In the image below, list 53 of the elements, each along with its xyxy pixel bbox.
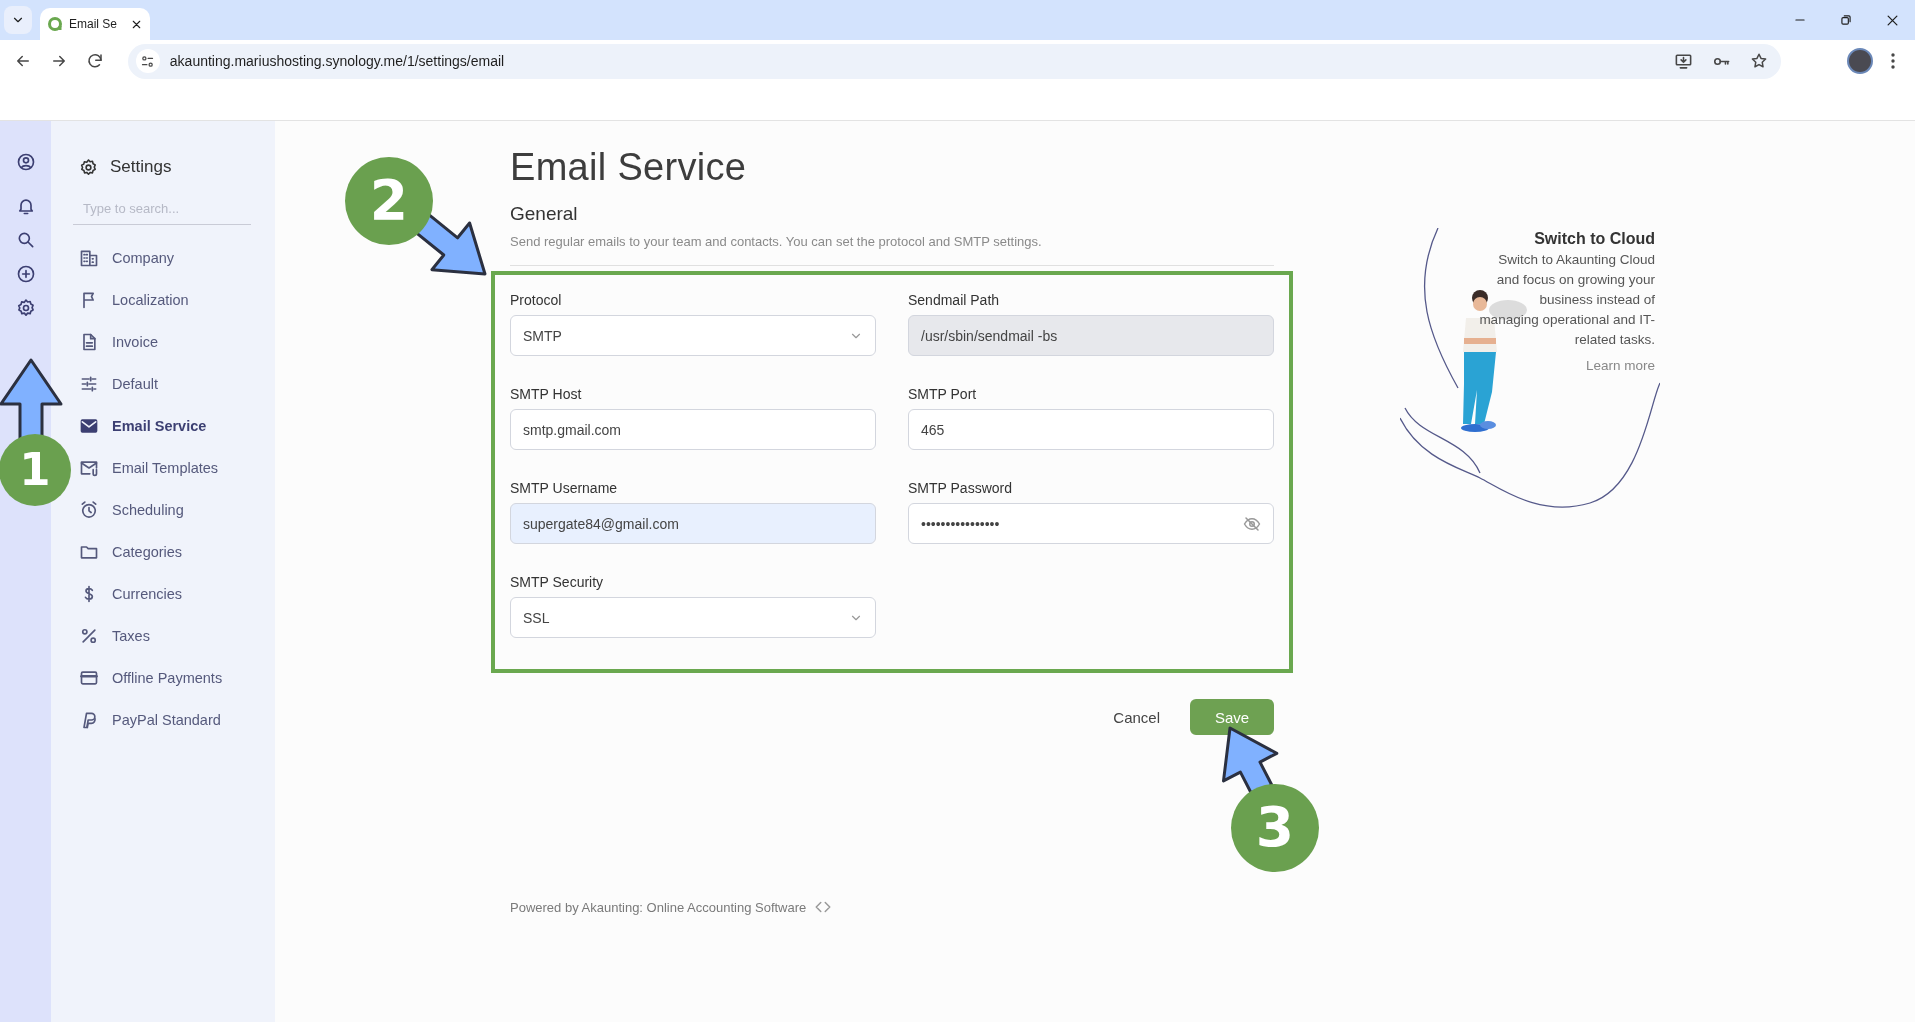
promo-text: Switch to Akaunting Cloud and focus on growing your business instead of managing operational and IT-related tasks. [1478,251,1655,349]
sidebar-item[interactable]: Company [79,237,269,279]
input-field: /usr/sbin/sendmail -bs [908,315,1274,356]
dropdown[interactable]: SMTP [510,315,876,356]
sidebar-item[interactable]: Offline Payments [79,657,269,699]
input-field[interactable]: supergate84@gmail.com [510,503,876,544]
step-badge: 1 [0,434,71,506]
field-label: Protocol [510,292,563,308]
sidebar-item[interactable]: Currencies [79,573,269,615]
field-label: SMTP Port [908,386,978,402]
sliders-icon [79,374,99,394]
promo-title: Switch to Cloud [1534,230,1655,248]
building-icon [79,248,99,268]
gear-icon [79,157,98,177]
section-description: Send regular emails to your team and contacts. You can set the protocol and SMTP settings. [510,234,1043,249]
sidebar-item[interactable]: PayPal Standard [79,699,269,741]
browser-tab[interactable]: Email Se [40,8,150,40]
alarm-clock-icon [79,500,99,520]
eye-slash-icon[interactable] [1243,514,1261,533]
page-title: Email Service [510,146,748,189]
field-label: SMTP Password [908,480,1013,496]
dropdown[interactable]: SSL [510,597,876,638]
field-label: Sendmail Path [908,292,1001,308]
input-field[interactable]: smtp.gmail.com [510,409,876,450]
percent-icon [79,626,99,646]
favicon-icon [47,16,63,32]
learn-more-link[interactable]: Learn more [1585,358,1655,373]
sidebar-item[interactable]: Scheduling [79,489,269,531]
sidebar-item[interactable]: Email Templates [79,447,269,489]
envelope-icon [79,416,99,436]
footer-text: Powered by Akaunting: Online Accounting Software [510,899,807,915]
cancel-button[interactable]: Cancel [1113,708,1160,726]
sidebar-item[interactable]: Localization [79,279,269,321]
envelope-clip-icon [79,458,99,478]
credit-card-icon [79,668,99,688]
sidebar-item[interactable]: Invoice [79,321,269,363]
address-bar[interactable]: akaunting.mariushosting.synology.me/1/settings/email [127,43,1782,79]
search-field[interactable]: Type to search... [73,193,251,225]
field-label: SMTP Username [510,480,619,496]
sidebar-item[interactable]: Email Service [79,405,269,447]
input-field[interactable]: 465 [908,409,1274,450]
settings-title: Settings [110,157,172,177]
field-label: SMTP Security [510,574,605,590]
sidebar-item[interactable]: Taxes [79,615,269,657]
avatar[interactable] [1847,48,1874,74]
sidebar-item[interactable]: Default [79,363,269,405]
password-field[interactable]: •••••••••••••••• [908,503,1274,544]
site-settings-icon[interactable] [135,49,160,73]
step-badge: 3 [1231,784,1319,872]
section-title: General [510,203,579,225]
sidebar-item[interactable]: Categories [79,531,269,573]
field-label: SMTP Host [510,386,583,402]
step-badge: 2 [345,157,433,245]
